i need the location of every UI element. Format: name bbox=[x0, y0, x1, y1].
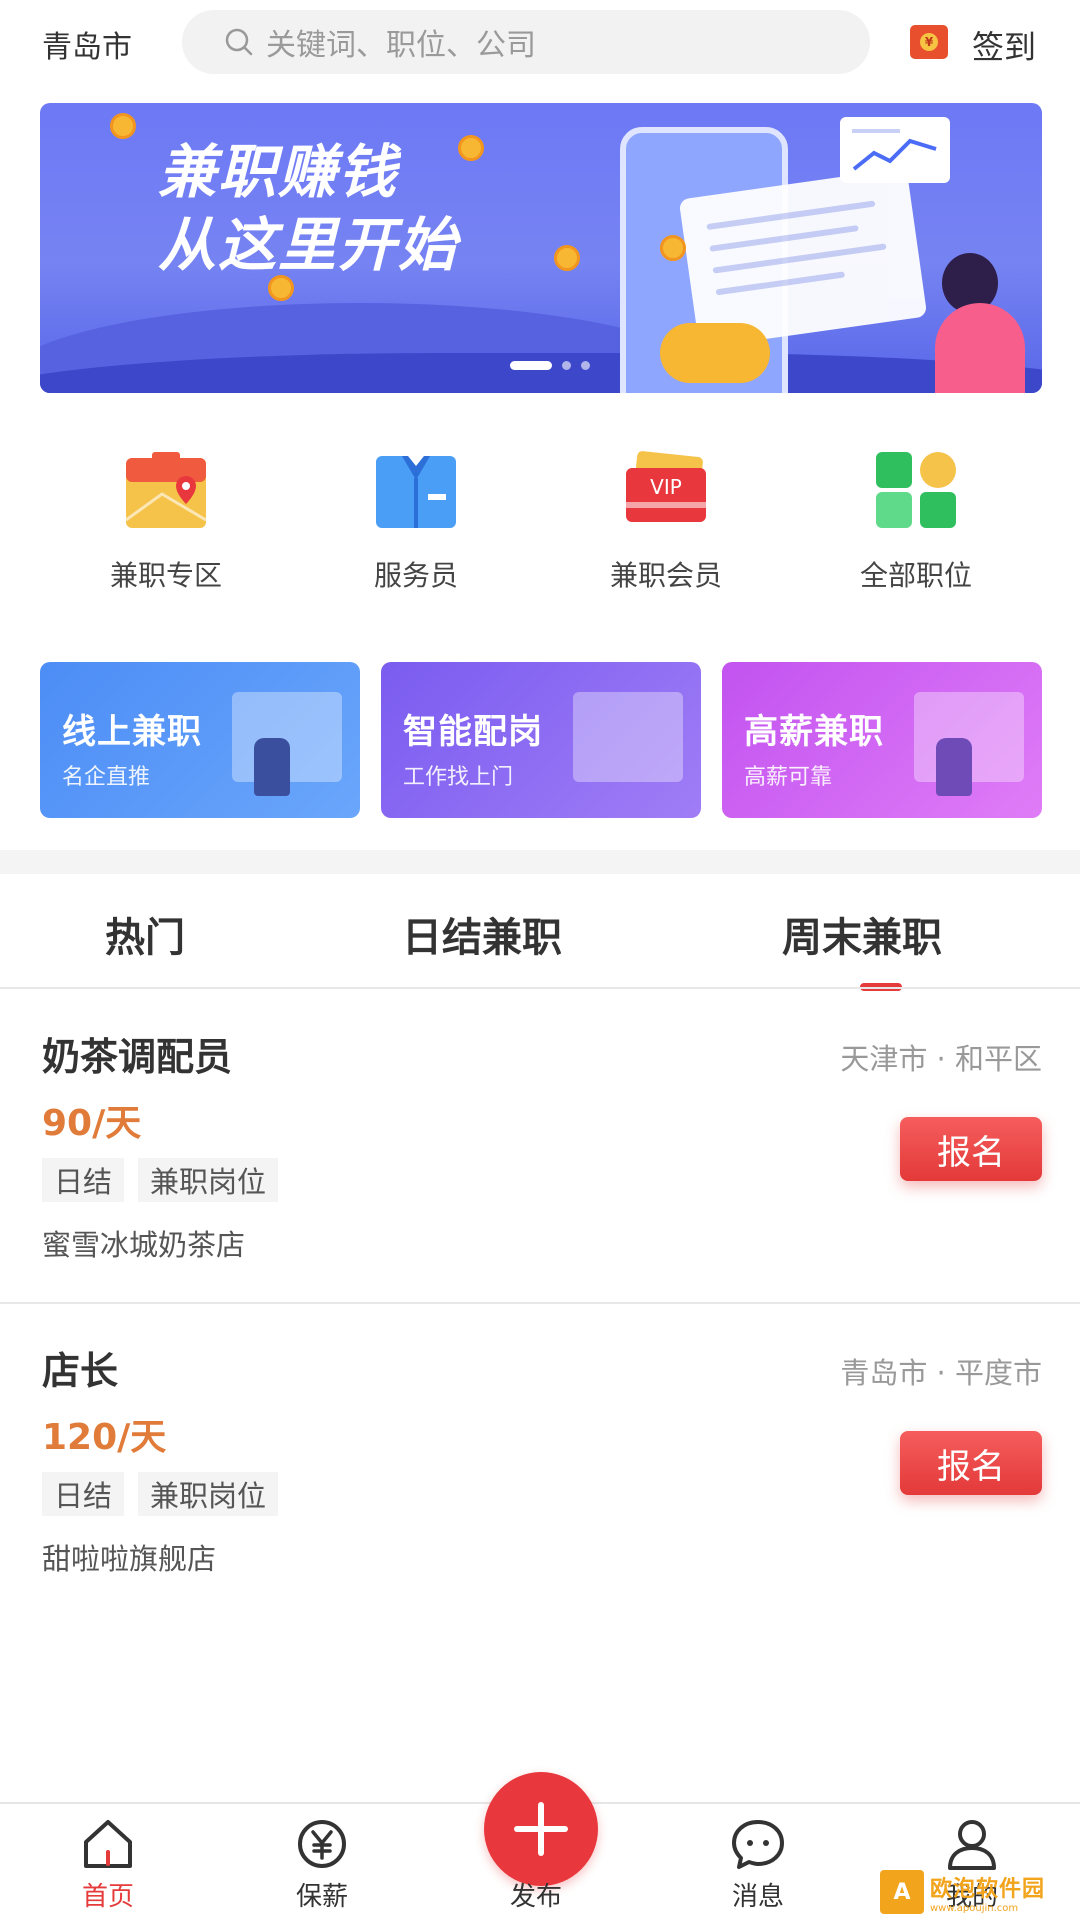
job-company: 甜啦啦旗舰店 bbox=[42, 1542, 217, 1576]
coin-icon: ¥ bbox=[920, 33, 938, 51]
promo-subtitle: 工作找上门 bbox=[403, 765, 514, 790]
nav-label: 消息 bbox=[731, 1882, 784, 1912]
nav-messages[interactable]: 消息 bbox=[698, 1818, 818, 1913]
publish-button[interactable] bbox=[484, 1772, 598, 1886]
search-placeholder: 关键词、职位、公司 bbox=[266, 28, 536, 63]
promo-banner[interactable]: 兼职赚钱 从这里开始 bbox=[40, 103, 1042, 393]
tab-divider bbox=[0, 987, 1080, 989]
yen-icon bbox=[298, 1820, 346, 1868]
category-label: 全部职位 bbox=[859, 559, 972, 592]
user-icon bbox=[948, 1820, 996, 1870]
vip-card-icon: VIP bbox=[622, 450, 710, 530]
pagination-dot bbox=[581, 361, 590, 370]
watermark-url: www.apoujin.com bbox=[930, 1902, 1019, 1914]
job-tag: 日结 bbox=[42, 1472, 125, 1516]
checkin-icon[interactable]: ¥ bbox=[910, 25, 948, 59]
job-title[interactable]: 店长 bbox=[42, 1340, 118, 1395]
publish-label: 发布 bbox=[510, 1882, 563, 1912]
job-title[interactable]: 奶茶调配员 bbox=[42, 1026, 232, 1081]
promo-card-online[interactable]: 线上兼职 名企直推 bbox=[40, 662, 360, 818]
plus-icon bbox=[514, 1802, 568, 1856]
watermark: A 欧泡软件园 www.apoujin.com bbox=[880, 1868, 1074, 1916]
receipt-illustration bbox=[678, 167, 928, 349]
job-salary: 90/天 bbox=[42, 1103, 142, 1144]
tab-daily-pay[interactable]: 日结兼职 bbox=[402, 905, 562, 963]
nav-label: 保薪 bbox=[295, 1882, 348, 1912]
message-icon bbox=[732, 1820, 784, 1869]
job-company: 蜜雪冰城奶茶店 bbox=[42, 1228, 246, 1262]
job-salary: 120/天 bbox=[42, 1417, 167, 1458]
map-pin-icon bbox=[122, 450, 210, 530]
search-icon bbox=[225, 28, 253, 56]
banner-title-line2: 从这里开始 bbox=[158, 211, 459, 279]
home-icon bbox=[84, 1820, 132, 1868]
piggy-bank-illustration bbox=[660, 323, 770, 383]
apply-button[interactable]: 报名 bbox=[900, 1117, 1042, 1181]
category-vip-member[interactable]: VIP 兼职会员 bbox=[576, 450, 756, 594]
watermark-text: 欧泡软件园 bbox=[930, 1876, 1046, 1902]
job-location: 天津市 · 和平区 bbox=[840, 1042, 1042, 1076]
pagination-dot bbox=[562, 361, 571, 370]
nav-home[interactable]: 首页 bbox=[48, 1818, 168, 1913]
nav-label: 首页 bbox=[81, 1882, 134, 1912]
tab-weekend[interactable]: 周末兼职 bbox=[782, 905, 942, 963]
job-tag: 兼职岗位 bbox=[138, 1472, 279, 1516]
job-location: 青岛市 · 平度市 bbox=[840, 1356, 1042, 1390]
apply-button[interactable]: 报名 bbox=[900, 1431, 1042, 1495]
city-selector[interactable]: 青岛市 bbox=[42, 22, 132, 66]
grid-icon bbox=[872, 450, 960, 530]
tab-hot[interactable]: 热门 bbox=[105, 905, 185, 963]
job-tag: 兼职岗位 bbox=[138, 1158, 279, 1202]
vip-badge: VIP bbox=[650, 475, 682, 499]
promo-subtitle: 高薪可靠 bbox=[744, 765, 833, 790]
list-divider bbox=[0, 1302, 1080, 1304]
section-divider bbox=[0, 850, 1080, 874]
category-part-time-zone[interactable]: 兼职专区 bbox=[76, 450, 256, 594]
pagination-dot-active bbox=[510, 361, 552, 370]
checkin-button[interactable]: 签到 bbox=[972, 22, 1036, 68]
category-all-jobs[interactable]: 全部职位 bbox=[826, 450, 1006, 594]
promo-subtitle: 名企直推 bbox=[62, 765, 151, 790]
category-label: 服务员 bbox=[373, 559, 458, 592]
banner-pagination bbox=[510, 361, 590, 370]
job-tag: 日结 bbox=[42, 1158, 125, 1202]
search-input[interactable]: 关键词、职位、公司 bbox=[182, 10, 870, 74]
category-label: 兼职专区 bbox=[109, 559, 222, 592]
watermark-logo-icon: A bbox=[880, 1870, 924, 1914]
category-label: 兼职会员 bbox=[609, 559, 722, 592]
uniform-icon bbox=[372, 450, 460, 530]
nav-salary-protect[interactable]: 保薪 bbox=[262, 1818, 382, 1913]
promo-card-high-pay[interactable]: 高薪兼职 高薪可靠 bbox=[722, 662, 1042, 818]
promo-card-smart-match[interactable]: 智能配岗 工作找上门 bbox=[381, 662, 701, 818]
category-waiter[interactable]: 服务员 bbox=[326, 450, 506, 594]
banner-title-line1: 兼职赚钱 bbox=[158, 138, 399, 206]
